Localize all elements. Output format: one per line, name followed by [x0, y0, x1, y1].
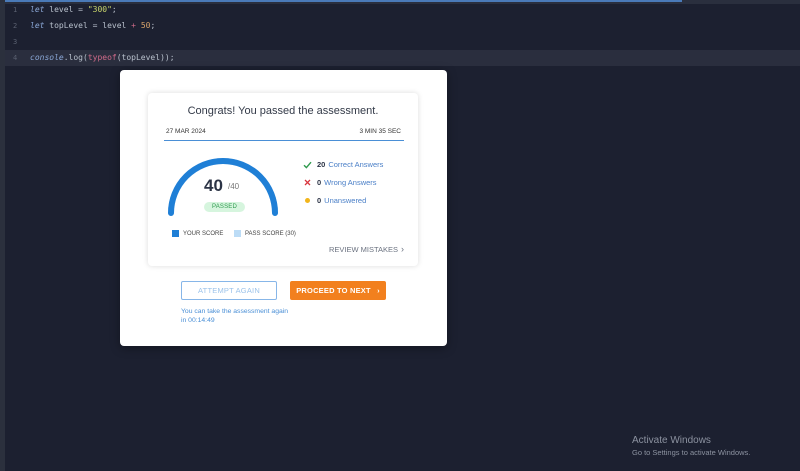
line-number: 2: [13, 22, 18, 30]
pass-score-swatch: [234, 230, 241, 237]
activate-windows-title: Activate Windows: [632, 435, 711, 446]
your-score-swatch: [172, 230, 179, 237]
proceed-to-next-button[interactable]: PROCEED TO NEXT ›: [290, 281, 386, 300]
code-token: level =: [44, 5, 88, 14]
passed-badge: PASSED: [204, 202, 245, 212]
code-line[interactable]: 3: [5, 34, 800, 50]
correct-count: 20: [317, 160, 326, 169]
review-mistakes-label: REVIEW MISTAKES: [328, 244, 398, 254]
legend-pass-score: PASS SCORE (30): [234, 230, 296, 237]
stat-unanswered: 0 Unanswered: [302, 196, 366, 205]
code-text: let level = "300";: [30, 2, 117, 18]
x-icon: [302, 179, 312, 186]
correct-label: Correct Answers: [328, 160, 384, 169]
result-title: Congrats! You passed the assessment.: [187, 105, 379, 117]
code-line[interactable]: 2 let topLevel = level + 50;: [5, 18, 800, 34]
code-token: let: [30, 5, 45, 14]
stat-wrong: 0 Wrong Answers: [302, 178, 377, 187]
code-line[interactable]: 4 console.log(typeof(topLevel));: [5, 50, 800, 66]
code-editor[interactable]: 1 let level = "300"; 2 let topLevel = level…: [5, 2, 800, 66]
legend-pass-score-label: PASS SCORE (30): [245, 230, 296, 237]
attempt-again-button[interactable]: ATTEMPT AGAIN: [181, 281, 277, 300]
line-number: 1: [13, 6, 18, 14]
activate-windows-subtitle: Go to Settings to activate Windows.: [632, 448, 751, 457]
wrong-label: Wrong Answers: [324, 178, 377, 187]
chevron-right-icon: ›: [401, 244, 404, 254]
check-icon: [302, 161, 312, 169]
score-value: 40: [204, 176, 223, 195]
review-mistakes-link[interactable]: REVIEW MISTAKES ›: [329, 244, 404, 254]
code-token: topLevel = level: [44, 21, 132, 30]
wrong-count: 0: [317, 178, 322, 187]
proceed-label: PROCEED TO NEXT: [296, 286, 371, 295]
code-text: let topLevel = level + 50;: [30, 18, 155, 34]
attempt-duration: 3 MIN 35 SEC: [359, 128, 401, 135]
code-token: ;: [111, 5, 117, 14]
dot-icon: [302, 198, 312, 203]
activate-windows-watermark: Activate Windows Go to Settings to activ…: [632, 435, 750, 457]
attempt-date: 27 MAR 2024: [166, 128, 206, 135]
score-total: /40: [228, 182, 240, 191]
code-line[interactable]: 1 let level = "300";: [5, 2, 800, 18]
unanswered-count: 0: [317, 196, 322, 205]
code-token: 50: [140, 21, 151, 30]
line-number: 4: [13, 54, 18, 62]
legend-your-score: YOUR SCORE: [172, 230, 223, 237]
stat-correct: 20 Correct Answers: [302, 160, 383, 169]
editor-gutter-bar: [0, 0, 5, 471]
code-token: typeof: [87, 53, 117, 62]
unanswered-label: Unanswered: [324, 196, 367, 205]
code-token: "300": [87, 5, 112, 14]
code-token: .log(: [63, 53, 88, 62]
code-token: (topLevel));: [116, 53, 175, 62]
result-modal: Congrats! You passed the assessment. 27 …: [120, 70, 447, 346]
line-number: 3: [13, 38, 18, 46]
card-divider: [164, 140, 404, 141]
legend-your-score-label: YOUR SCORE: [183, 230, 224, 237]
chevron-right-icon: ›: [377, 286, 380, 295]
result-card: Congrats! You passed the assessment. 27 …: [148, 93, 418, 266]
code-text: console.log(typeof(topLevel));: [30, 50, 175, 66]
code-token: console: [30, 53, 64, 62]
retake-note: You can take the assessment again in 00:…: [181, 308, 289, 324]
code-token: ;: [150, 21, 156, 30]
code-token: let: [30, 21, 45, 30]
